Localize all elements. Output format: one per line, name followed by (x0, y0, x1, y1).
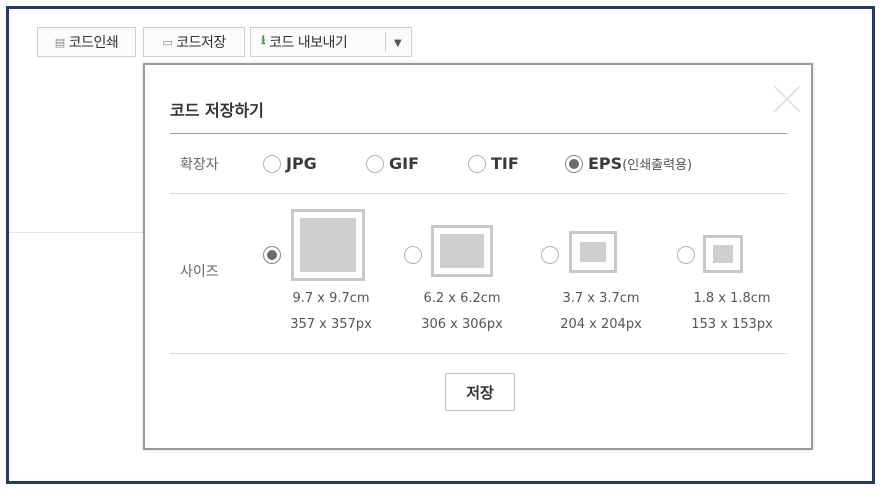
size-preview-1 (291, 209, 365, 281)
size-preview-3 (569, 231, 617, 273)
size-radio-2[interactable] (404, 246, 422, 264)
format-radio-jpg[interactable] (263, 155, 281, 173)
image-icon: ▭ (162, 35, 173, 49)
format-radio-eps[interactable] (565, 155, 583, 173)
size-cm-1: 9.7 x 9.7cm (292, 291, 370, 306)
row-divider (170, 193, 787, 194)
save-code-dialog: 코드 저장하기 확장자 JPG GIF TIF EPS(인쇄출력용) 사이즈 9… (143, 63, 813, 450)
format-label-gif: GIF (389, 154, 420, 173)
format-label-jpg: JPG (286, 154, 317, 173)
size-label: 사이즈 (180, 264, 219, 280)
dialog-title: 코드 저장하기 (170, 101, 264, 120)
print-code-label: 코드인쇄 (68, 35, 119, 51)
size-radio-1[interactable] (263, 246, 281, 264)
size-preview-2 (431, 225, 493, 277)
download-icon: ⭳ (261, 33, 266, 48)
format-radio-gif[interactable] (366, 155, 384, 173)
size-px-1: 357 x 357px (290, 317, 372, 332)
size-cm-2: 6.2 x 6.2cm (423, 291, 501, 306)
save-code-button[interactable]: ▭ 코드저장 (143, 27, 245, 57)
size-preview-4 (703, 235, 743, 273)
export-code-button[interactable]: ⭳ 코드 내보내기 (250, 27, 412, 57)
title-divider (170, 133, 787, 134)
close-icon[interactable] (771, 83, 803, 115)
format-eps-text: EPS (588, 154, 623, 173)
toolbar-separator (385, 32, 386, 52)
export-code-label: 코드 내보내기 (269, 35, 348, 51)
printer-icon: ▤ (54, 35, 65, 49)
size-px-4: 153 x 153px (691, 317, 773, 332)
extension-label: 확장자 (180, 157, 219, 173)
size-cm-3: 3.7 x 3.7cm (562, 291, 640, 306)
divider (9, 232, 159, 233)
format-radio-tif[interactable] (468, 155, 486, 173)
size-cm-4: 1.8 x 1.8cm (693, 291, 771, 306)
save-button[interactable]: 저장 (445, 373, 515, 411)
size-radio-4[interactable] (677, 246, 695, 264)
size-px-2: 306 x 306px (421, 317, 503, 332)
export-dropdown-icon[interactable]: ▼ (394, 38, 402, 49)
format-label-eps: EPS(인쇄출력용) (588, 154, 692, 173)
format-eps-note: (인쇄출력용) (622, 158, 693, 173)
size-radio-3[interactable] (541, 246, 559, 264)
print-code-button[interactable]: ▤ 코드인쇄 (37, 27, 136, 57)
size-px-3: 204 x 204px (560, 317, 642, 332)
save-code-label: 코드저장 (176, 35, 226, 51)
size-divider (170, 353, 787, 354)
format-label-tif: TIF (491, 154, 519, 173)
